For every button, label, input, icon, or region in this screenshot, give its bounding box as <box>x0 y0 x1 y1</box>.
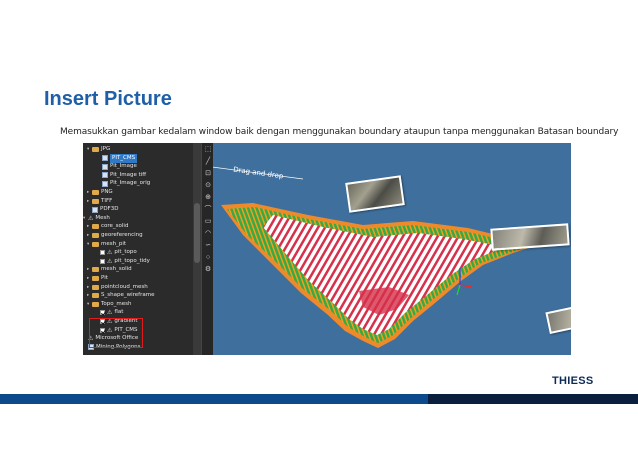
image-file-icon <box>102 155 108 162</box>
3d-viewport[interactable]: Drag and drop <box>213 143 571 355</box>
thiess-logo: THIESS <box>552 375 594 387</box>
rectangle-tool-icon[interactable]: ▭ <box>204 218 212 226</box>
slide-subtitle: Memasukkan gambar kedalam window baik de… <box>60 127 619 137</box>
tree-scrollbar[interactable] <box>193 143 201 355</box>
footer-band-dark <box>428 394 638 404</box>
software-screenshot: ▾ JPG PIT_CMS Pit_Image Pit_Image tiff Pit_Im… <box>83 143 571 355</box>
visibility-checkbox[interactable] <box>100 258 105 264</box>
folder-icon <box>92 147 99 152</box>
visibility-checkbox[interactable] <box>100 250 105 256</box>
slide-title: Insert Picture <box>44 88 172 110</box>
folder-icon <box>92 301 99 307</box>
image-file-icon <box>102 172 108 179</box>
folder-icon <box>92 241 99 247</box>
folder-icon <box>92 224 99 230</box>
folder-icon <box>92 233 99 238</box>
folder-icon <box>92 284 99 290</box>
rotate-tool-icon[interactable]: ⊙ <box>204 182 212 190</box>
image-file-icon <box>102 163 108 170</box>
circle-tool-icon[interactable]: ○ <box>204 254 212 262</box>
arc-tool-icon[interactable]: ◠ <box>204 230 212 238</box>
node-tool-icon[interactable]: ⊡ <box>204 170 212 178</box>
image-file-icon <box>102 180 108 187</box>
file-icon <box>92 206 98 213</box>
select-tool-icon[interactable]: ⬚ <box>204 146 212 154</box>
folder-icon <box>92 190 99 195</box>
line-tool-icon[interactable]: ╱ <box>204 158 212 166</box>
project-tree-panel: ▾ JPG PIT_CMS Pit_Image Pit_Image tiff Pit_Im… <box>83 143 201 355</box>
curve-tool-icon[interactable]: ∽ <box>204 242 212 250</box>
folder-icon <box>92 293 99 299</box>
viewport-toolbar: ⬚ ╱ ⊡ ⊙ ⊕ ⌒ ▭ ◠ ∽ ○ ⚙ <box>201 143 213 355</box>
folder-icon <box>92 267 99 273</box>
folder-icon <box>92 198 99 204</box>
zoom-tool-icon[interactable]: ⊕ <box>204 194 212 202</box>
measure-tool-icon[interactable]: ⌒ <box>204 206 212 214</box>
scrollbar-thumb[interactable] <box>194 203 200 263</box>
footer-band <box>0 394 638 404</box>
folder-icon <box>92 276 99 281</box>
highlight-box <box>89 318 143 348</box>
settings-tool-icon[interactable]: ⚙ <box>204 266 212 274</box>
tree-item-label: Pit_Image_orig <box>110 180 151 187</box>
visibility-checkbox[interactable] <box>100 310 105 316</box>
